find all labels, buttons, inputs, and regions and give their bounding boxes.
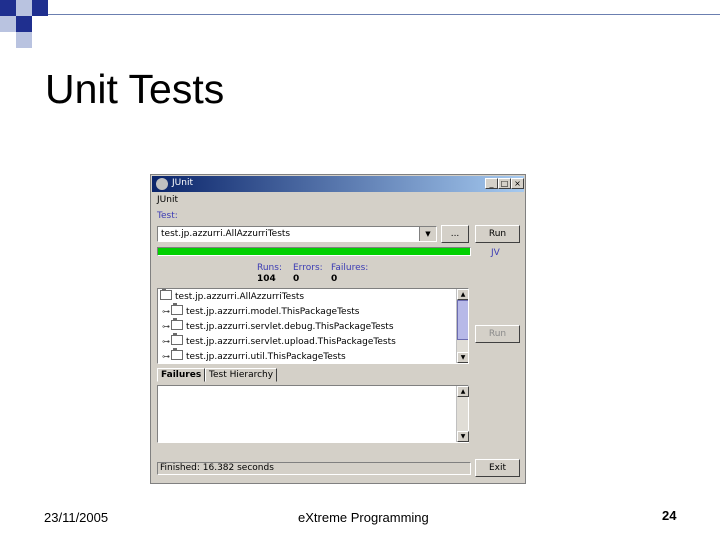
failures-scrollbar[interactable]: ▲ ▼ bbox=[456, 386, 469, 442]
tree-item-label: test.jp.azzurri.servlet.debug.ThisPackag… bbox=[186, 322, 394, 332]
expand-handle-icon[interactable]: ⊶ bbox=[162, 322, 171, 331]
scroll-down-icon[interactable]: ▼ bbox=[457, 431, 469, 442]
scroll-thumb[interactable] bbox=[457, 300, 468, 340]
deco-square bbox=[16, 16, 32, 32]
rerun-button[interactable]: Run bbox=[475, 325, 520, 343]
tree-item[interactable]: ⊶ test.jp.azzurri.util.ThisPackageTests bbox=[162, 348, 346, 363]
folder-icon bbox=[171, 303, 183, 315]
window-titlebar[interactable]: JUnit _ □ × bbox=[152, 176, 524, 192]
expand-handle-icon[interactable]: ⊶ bbox=[162, 352, 171, 361]
failures-label: Failures: bbox=[331, 263, 369, 273]
exit-button[interactable]: Exit bbox=[475, 459, 520, 477]
scroll-up-icon[interactable]: ▲ bbox=[457, 386, 469, 397]
browse-button[interactable]: ... bbox=[441, 225, 469, 243]
test-class-value: test.jp.azzurri.AllAzzurriTests bbox=[161, 229, 291, 239]
junit-window: JUnit _ □ × JUnit Test: test.jp.azzurri.… bbox=[150, 174, 526, 484]
chevron-down-icon[interactable]: ▼ bbox=[419, 227, 436, 241]
tab-test-hierarchy[interactable]: Test Hierarchy bbox=[205, 368, 277, 382]
footer-date: 23/11/2005 bbox=[44, 510, 109, 525]
java-cup-icon bbox=[156, 178, 168, 190]
tree-item-label: test.jp.azzurri.AllAzzurriTests bbox=[175, 292, 305, 302]
test-label: Test: bbox=[157, 211, 178, 221]
deco-square bbox=[32, 0, 48, 16]
errors-value: 0 bbox=[293, 274, 300, 284]
folder-icon bbox=[171, 333, 183, 345]
page-number: 24 bbox=[662, 508, 677, 523]
deco-square bbox=[0, 0, 16, 16]
scroll-up-icon[interactable]: ▲ bbox=[457, 289, 468, 300]
menu-junit[interactable]: JUnit bbox=[157, 195, 178, 205]
tree-item[interactable]: ⊶ test.jp.azzurri.servlet.upload.ThisPack… bbox=[162, 333, 396, 350]
slide-title: Unit Tests bbox=[45, 66, 225, 112]
folder-icon bbox=[171, 348, 183, 360]
test-class-combobox[interactable]: test.jp.azzurri.AllAzzurriTests ▼ bbox=[157, 226, 437, 242]
tree-item[interactable]: test.jp.azzurri.AllAzzurriTests bbox=[160, 289, 305, 305]
run-button[interactable]: Run bbox=[475, 225, 520, 243]
junit-logo: JV bbox=[491, 248, 500, 258]
scroll-down-icon[interactable]: ▼ bbox=[457, 352, 468, 363]
folder-icon bbox=[171, 318, 183, 330]
minimize-button[interactable]: _ bbox=[485, 178, 498, 189]
maximize-button[interactable]: □ bbox=[498, 178, 511, 189]
status-bar: Finished: 16.382 seconds bbox=[157, 462, 471, 475]
footer-center: eXtreme Programming bbox=[298, 510, 429, 525]
runs-value: 104 bbox=[257, 274, 276, 284]
window-title: JUnit bbox=[172, 178, 193, 188]
failures-value: 0 bbox=[331, 274, 338, 284]
test-tree[interactable]: test.jp.azzurri.AllAzzurriTests ⊶ test.jp… bbox=[157, 288, 469, 364]
close-button[interactable]: × bbox=[511, 178, 524, 189]
expand-handle-icon[interactable]: ⊶ bbox=[162, 337, 171, 346]
runs-label: Runs: bbox=[257, 263, 282, 273]
test-progress-bar bbox=[157, 247, 471, 256]
tree-item-label: test.jp.azzurri.servlet.upload.ThisPacka… bbox=[186, 337, 396, 347]
tab-failures[interactable]: Failures bbox=[157, 368, 205, 382]
expand-handle-icon[interactable]: ⊶ bbox=[162, 307, 171, 316]
errors-label: Errors: bbox=[293, 263, 323, 273]
deco-square bbox=[0, 16, 16, 32]
tree-item[interactable]: ⊶ test.jp.azzurri.model.ThisPackageTests bbox=[162, 303, 360, 320]
failures-list[interactable]: ▲ ▼ bbox=[157, 385, 469, 443]
deco-square bbox=[16, 32, 32, 48]
title-rule bbox=[48, 14, 720, 15]
tree-item[interactable]: ⊶ test.jp.azzurri.servlet.debug.ThisPacka… bbox=[162, 318, 394, 335]
deco-square bbox=[16, 0, 32, 16]
tree-item-label: test.jp.azzurri.model.ThisPackageTests bbox=[186, 307, 360, 317]
tree-item-label: test.jp.azzurri.util.ThisPackageTests bbox=[186, 352, 346, 362]
folder-icon bbox=[160, 289, 172, 300]
tree-scrollbar[interactable]: ▲ ▼ bbox=[456, 289, 468, 363]
